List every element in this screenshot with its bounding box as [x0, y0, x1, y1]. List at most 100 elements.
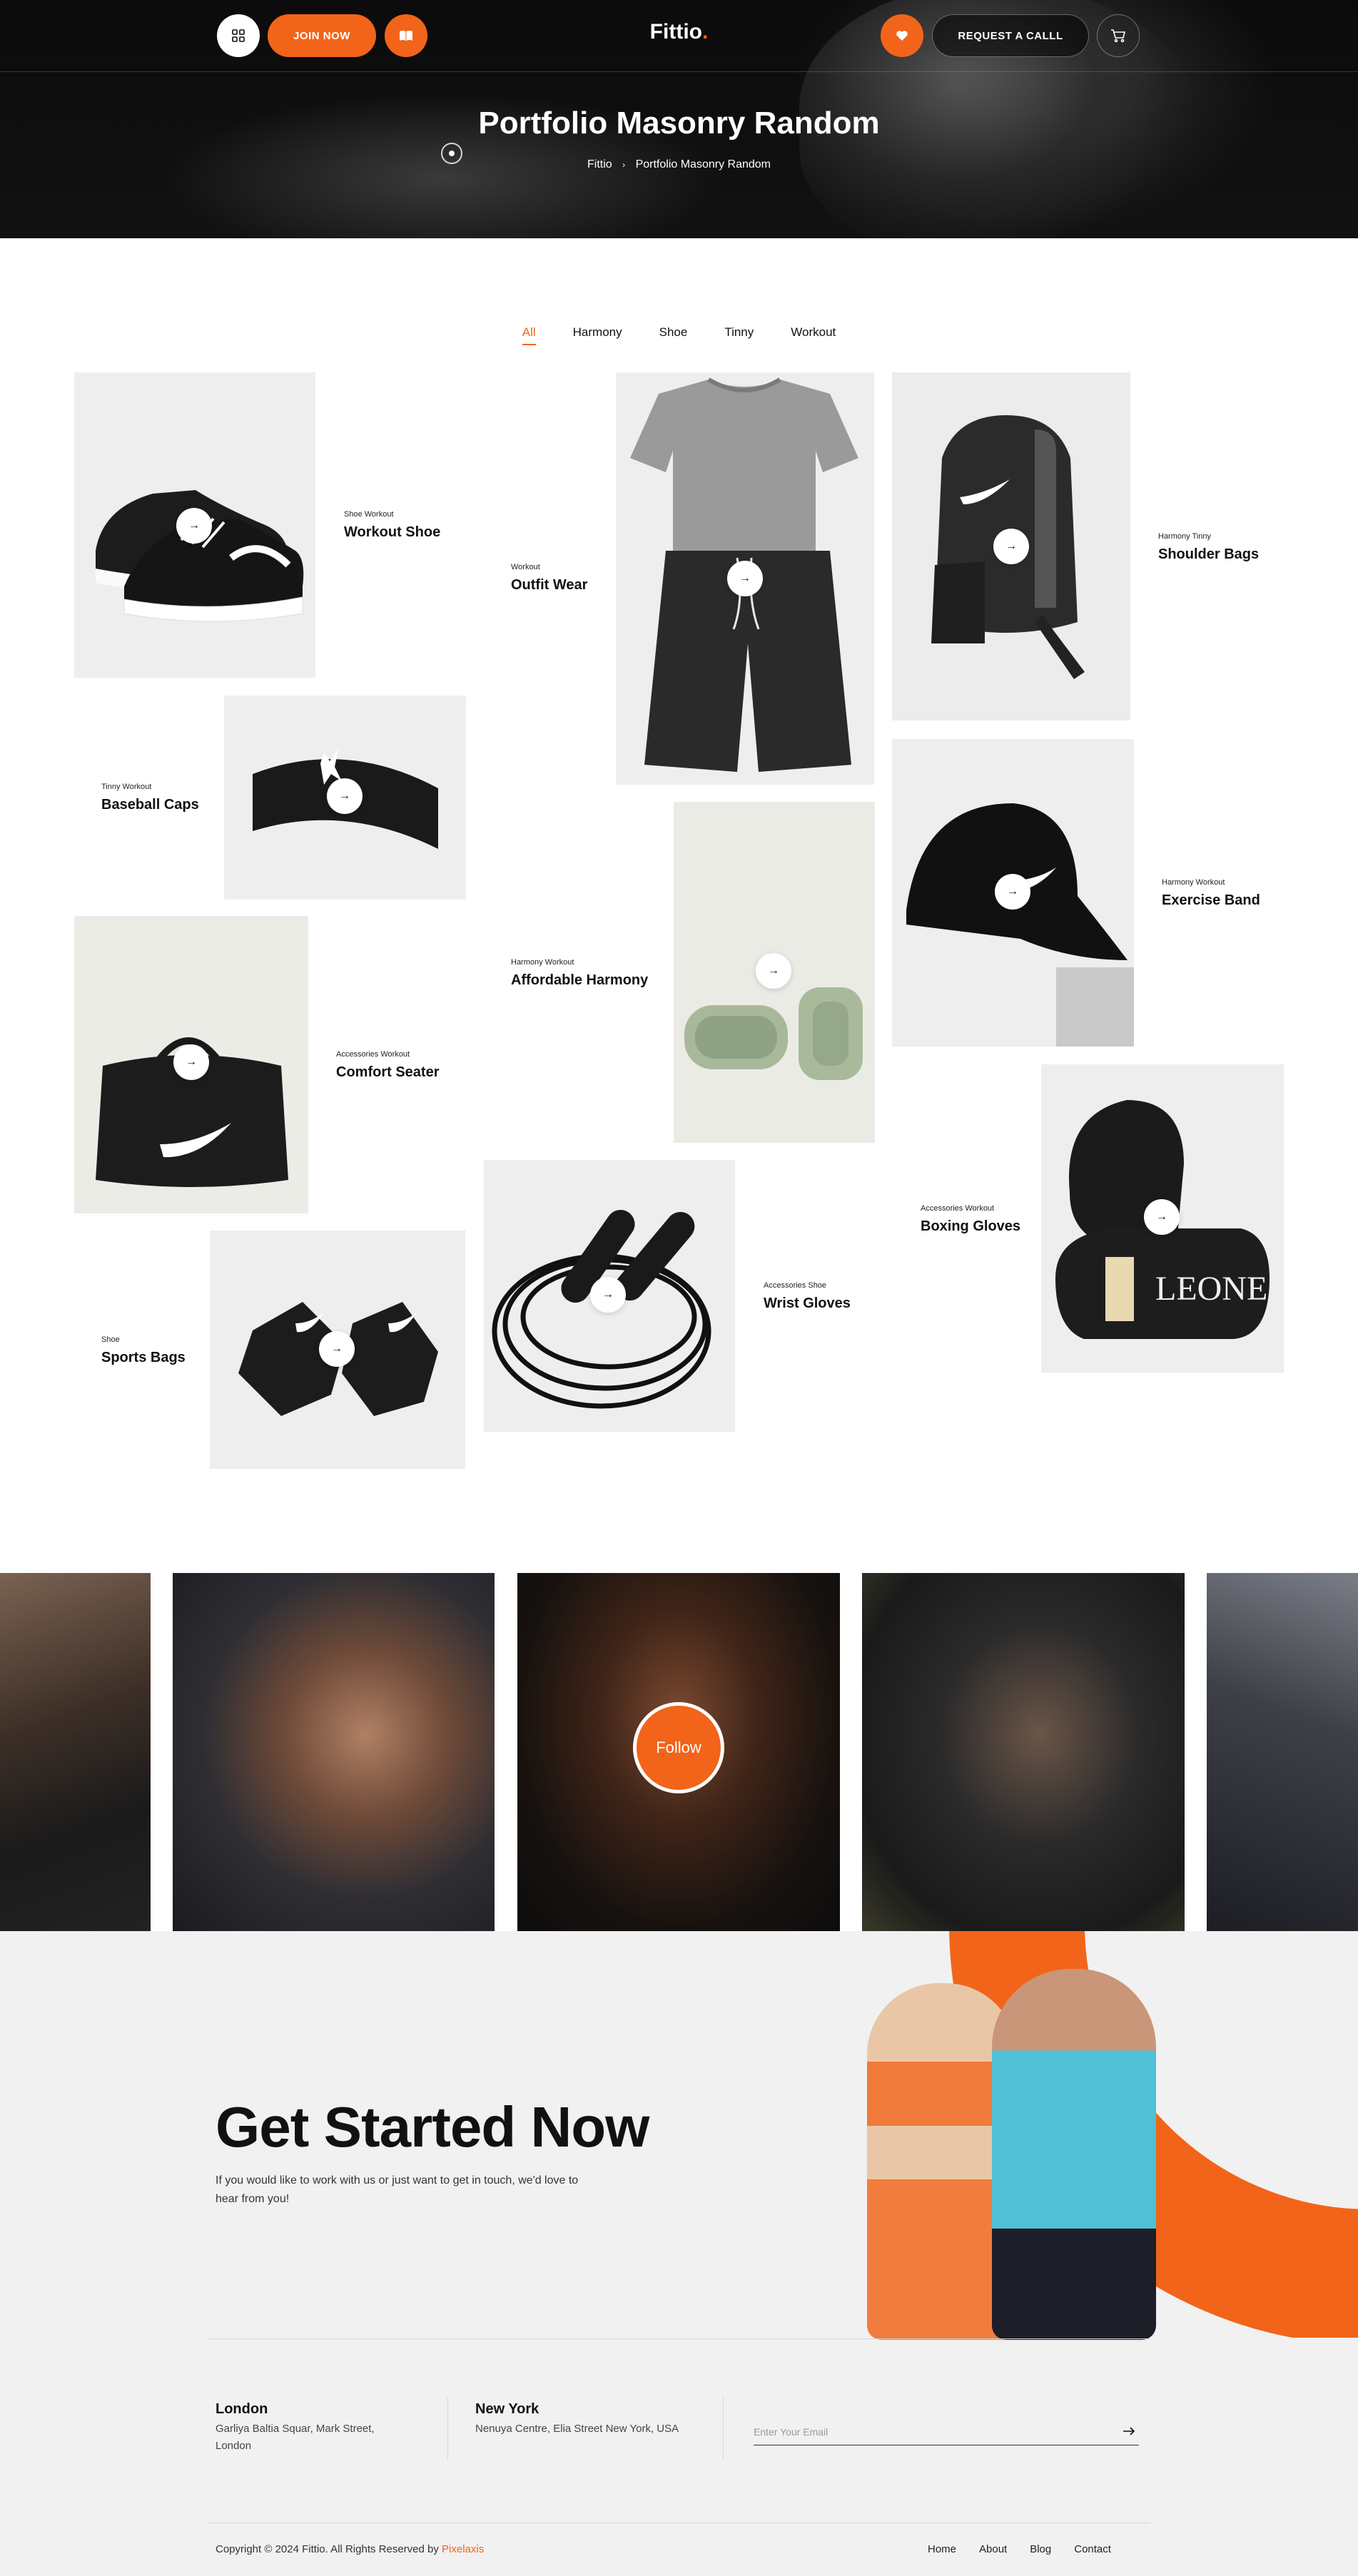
- portfolio-category: Tinny Workout: [101, 783, 152, 791]
- filter-tab-tinny[interactable]: Tinny: [706, 325, 772, 340]
- view-project-button[interactable]: →: [327, 778, 363, 814]
- portfolio-caption-outfit-wear: Workout Outfit Wear: [511, 563, 587, 594]
- office-address: Nenuya Centre, Elia Street New York, USA: [475, 2423, 679, 2435]
- filter-tab-all[interactable]: All: [504, 325, 554, 345]
- footer-link-about[interactable]: About: [979, 2543, 1007, 2555]
- wishlist-button[interactable]: [881, 14, 923, 57]
- copyright: Copyright © 2024 Fittio. All Rights Rese…: [216, 2543, 484, 2555]
- portfolio-title[interactable]: Boxing Gloves: [921, 1218, 1020, 1235]
- portfolio-title[interactable]: Workout Shoe: [344, 524, 440, 541]
- office-city: London: [216, 2401, 268, 2417]
- breadcrumb-separator: ›: [622, 160, 626, 170]
- portfolio-caption-exercise-band: Harmony Workout Exercise Band: [1162, 878, 1260, 909]
- join-now-button[interactable]: JOIN NOW: [268, 14, 376, 57]
- footer-divider: [208, 2338, 1150, 2339]
- portfolio-title[interactable]: Affordable Harmony: [511, 972, 648, 989]
- portfolio-category: Accessories Workout: [921, 1204, 995, 1213]
- arrow-right-icon: →: [331, 1343, 343, 1355]
- book-button[interactable]: [385, 14, 427, 57]
- portfolio-category: Shoe Workout: [344, 510, 394, 519]
- footer-link-blog[interactable]: Blog: [1030, 2543, 1051, 2555]
- view-project-button[interactable]: →: [727, 561, 763, 596]
- arrow-right-icon: →: [739, 572, 751, 584]
- breadcrumb-home[interactable]: Fittio: [587, 158, 612, 170]
- portfolio-caption-sports-bags: Shoe Sports Bags: [101, 1335, 186, 1366]
- arrow-right-icon: →: [1156, 1211, 1167, 1223]
- portfolio-category: Harmony Workout: [511, 958, 574, 967]
- office-city: New York: [475, 2401, 539, 2417]
- footer-bottom-divider: [208, 2522, 1150, 2523]
- view-project-button[interactable]: →: [993, 529, 1029, 564]
- gallery-image-pullup[interactable]: [173, 1573, 495, 1931]
- portfolio-title[interactable]: Comfort Seater: [336, 1064, 439, 1081]
- follow-button[interactable]: Follow: [633, 1702, 724, 1793]
- portfolio-category: Workout: [511, 563, 540, 571]
- arrow-right-icon: [1123, 2427, 1135, 2435]
- request-call-button[interactable]: REQUEST A CALLL: [932, 14, 1089, 57]
- breadcrumb-current: Portfolio Masonry Random: [635, 158, 771, 170]
- arrow-right-icon: →: [1005, 540, 1017, 552]
- email-input[interactable]: [754, 2418, 1139, 2445]
- cta-description: If you would like to work with us or jus…: [216, 2174, 579, 2205]
- portfolio-caption-wrist-gloves: Accessories Shoe Wrist Gloves: [764, 1281, 851, 1312]
- grid-icon: [232, 29, 245, 42]
- cart-icon: [1111, 29, 1126, 43]
- office-london: London Garliya Baltia Squar, Mark Street…: [216, 2401, 401, 2455]
- view-project-button[interactable]: →: [173, 1044, 209, 1080]
- office-divider: [723, 2397, 724, 2460]
- menu-button[interactable]: [217, 14, 260, 57]
- fitness-man-image: [992, 1969, 1156, 2340]
- site-logo[interactable]: Fittio.: [614, 20, 744, 51]
- view-project-button[interactable]: →: [995, 874, 1030, 910]
- portfolio-caption-workout-shoe: Shoe Workout Workout Shoe: [344, 510, 440, 541]
- office-new-york: New York Nenuya Centre, Elia Street New …: [475, 2401, 682, 2438]
- gallery-image-rope-climb[interactable]: [0, 1573, 151, 1931]
- svg-text:LEONE: LEONE: [1155, 1270, 1267, 1308]
- footer-link-home[interactable]: Home: [928, 2543, 956, 2555]
- breadcrumb: Fittio › Portfolio Masonry Random: [0, 158, 1358, 171]
- portfolio-title[interactable]: Sports Bags: [101, 1350, 186, 1366]
- logo-dot: .: [701, 20, 709, 44]
- portfolio-category: Accessories Workout: [336, 1050, 410, 1059]
- email-submit-button[interactable]: [1120, 2423, 1137, 2440]
- portfolio-caption-shoulder-bags: Harmony Tinny Shoulder Bags: [1158, 532, 1259, 563]
- view-project-button[interactable]: →: [756, 953, 791, 989]
- portfolio-category: Shoe: [101, 1335, 120, 1344]
- page-title: Portfolio Masonry Random: [478, 106, 880, 141]
- view-project-button[interactable]: →: [176, 508, 212, 544]
- portfolio-caption-affordable-harmony: Harmony Workout Affordable Harmony: [511, 958, 648, 989]
- portfolio-category: Harmony Tinny: [1158, 532, 1211, 541]
- view-project-button[interactable]: →: [319, 1331, 355, 1367]
- view-project-button[interactable]: →: [590, 1277, 626, 1313]
- portfolio-caption-baseball-caps: Tinny Workout Baseball Caps: [101, 783, 199, 813]
- portfolio-title[interactable]: Wrist Gloves: [764, 1295, 851, 1312]
- filter-tab-workout[interactable]: Workout: [772, 325, 854, 340]
- portfolio-filter-bar: All Harmony Shoe Tinny Workout: [0, 325, 1358, 345]
- arrow-right-icon: →: [188, 519, 200, 531]
- copyright-text: Copyright © 2024 Fittio. All Rights Rese…: [216, 2543, 442, 2555]
- view-project-button[interactable]: →: [1144, 1199, 1180, 1235]
- cart-button[interactable]: [1097, 14, 1140, 57]
- arrow-right-icon: →: [602, 1288, 614, 1300]
- portfolio-caption-comfort-seater: Accessories Workout Comfort Seater: [336, 1050, 439, 1081]
- arrow-right-icon: →: [186, 1056, 197, 1068]
- portfolio-caption-boxing-gloves: Accessories Workout Boxing Gloves: [921, 1204, 1020, 1235]
- portfolio-category: Harmony Workout: [1162, 878, 1225, 887]
- filter-tab-shoe[interactable]: Shoe: [641, 325, 706, 340]
- arrow-right-icon: →: [339, 790, 350, 802]
- gallery-image-cable-machine[interactable]: [862, 1573, 1185, 1931]
- portfolio-title[interactable]: Exercise Band: [1162, 892, 1260, 909]
- arrow-right-icon: →: [768, 964, 779, 977]
- copyright-brand-link[interactable]: Pixelaxis: [442, 2543, 484, 2555]
- office-divider: [447, 2397, 448, 2460]
- footer-link-contact[interactable]: Contact: [1074, 2543, 1111, 2555]
- portfolio-title[interactable]: Shoulder Bags: [1158, 546, 1259, 563]
- filter-tab-harmony[interactable]: Harmony: [554, 325, 641, 340]
- gallery-image-lat-pulldown[interactable]: [1207, 1573, 1358, 1931]
- portfolio-category: Accessories Shoe: [764, 1281, 827, 1290]
- footer-nav: Home About Blog Contact: [928, 2543, 1111, 2555]
- portfolio-title[interactable]: Outfit Wear: [511, 577, 587, 594]
- office-address: Garliya Baltia Squar, Mark Street, Londo…: [216, 2423, 375, 2452]
- book-icon: [400, 31, 412, 41]
- portfolio-title[interactable]: Baseball Caps: [101, 797, 199, 813]
